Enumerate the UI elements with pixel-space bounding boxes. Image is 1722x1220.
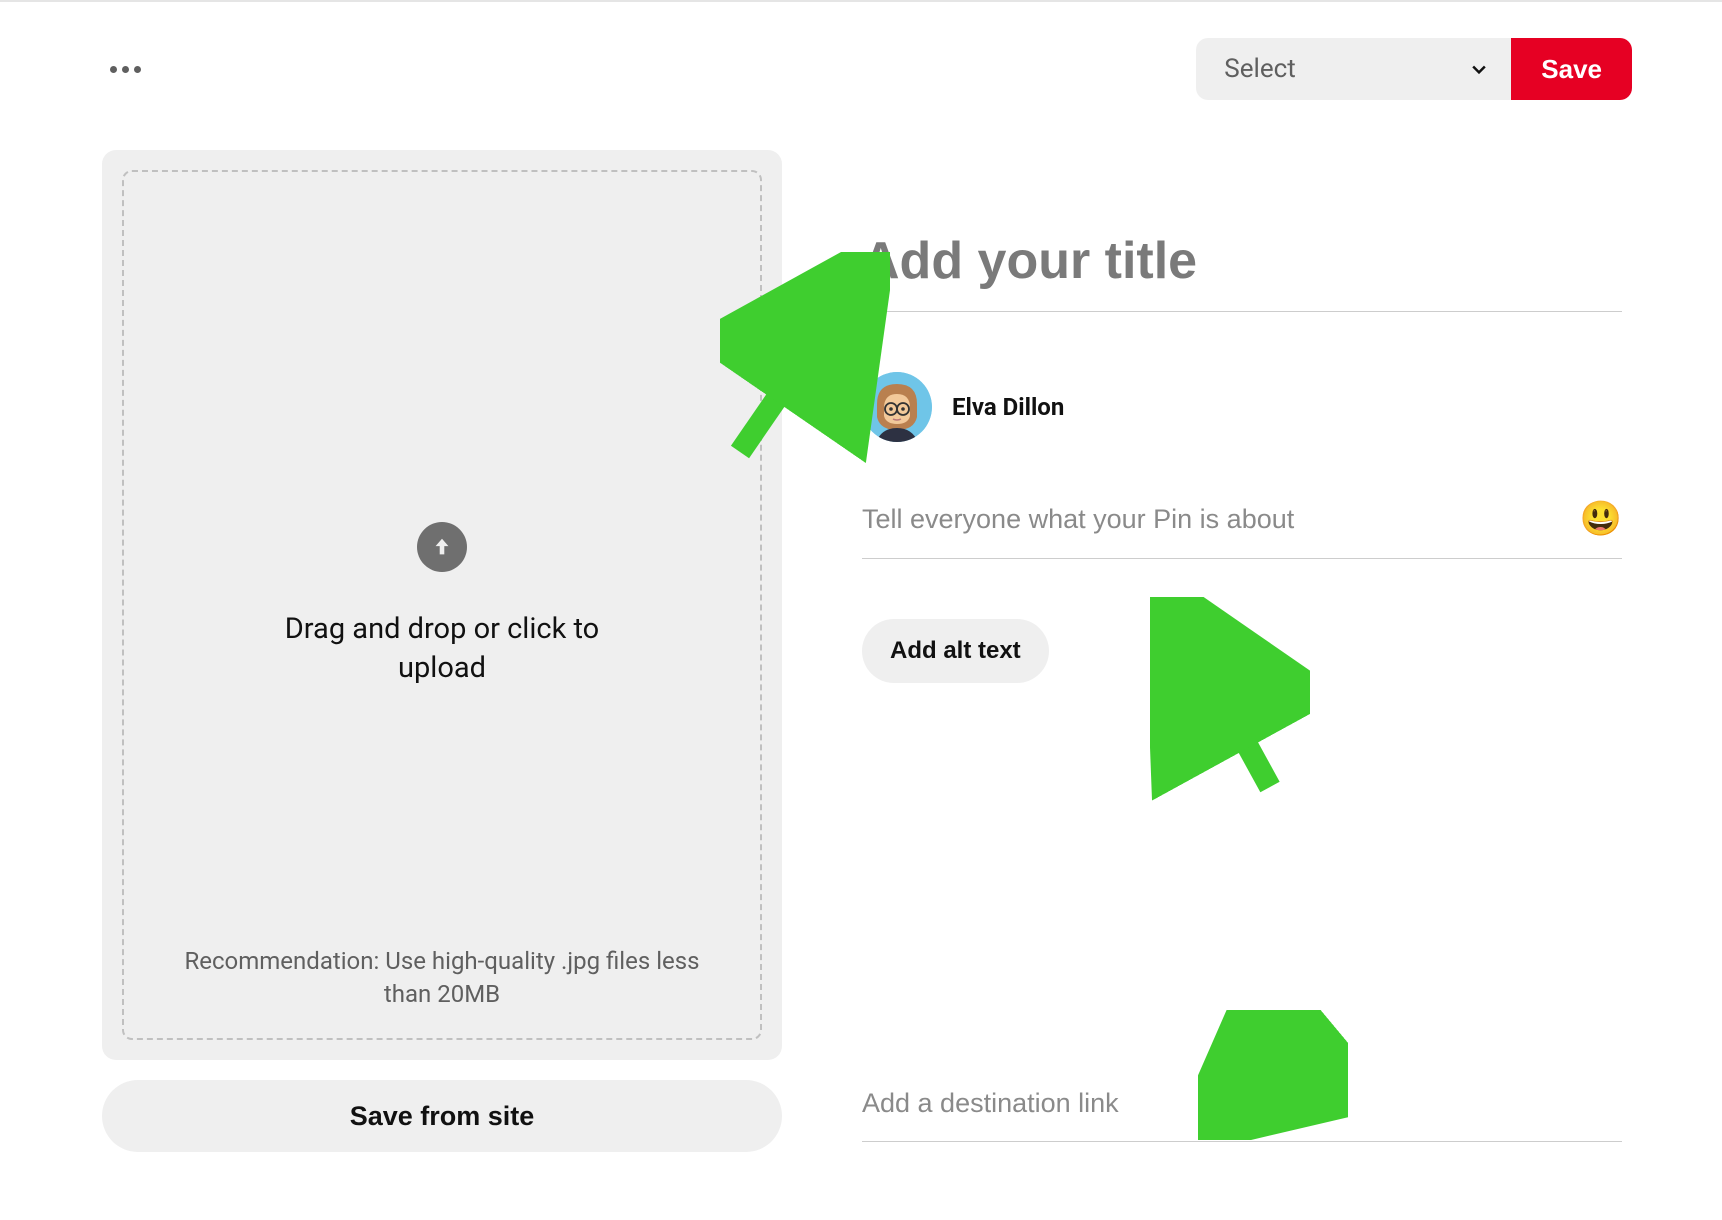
more-options-button[interactable] [102, 58, 149, 81]
user-name: Elva Dillon [952, 393, 1064, 421]
avatar-illustration [862, 372, 932, 442]
upload-main-text: Drag and drop or click to upload [252, 610, 632, 688]
add-alt-text-button[interactable]: Add alt text [862, 619, 1049, 683]
board-select-label: Select [1224, 54, 1295, 84]
destination-link-input[interactable] [862, 1080, 1622, 1142]
upload-dashed-border: Drag and drop or click to upload Recomme… [122, 170, 762, 1040]
left-column: Drag and drop or click to upload Recomme… [102, 30, 782, 1220]
upload-icon-circle [417, 522, 467, 572]
dot-icon [122, 66, 129, 73]
header-right: Select Save [1196, 38, 1632, 100]
right-column: Elva Dillon 😃 Add alt text [862, 30, 1632, 1220]
board-select-dropdown[interactable]: Select [1196, 38, 1511, 100]
user-row: Elva Dillon [862, 372, 1622, 442]
save-from-site-button[interactable]: Save from site [102, 1080, 782, 1152]
title-input[interactable] [862, 225, 1622, 312]
dot-icon [134, 66, 141, 73]
upload-area[interactable]: Drag and drop or click to upload Recomme… [102, 150, 782, 1060]
description-input[interactable] [862, 504, 1580, 535]
header-row: Select Save [102, 38, 1632, 100]
chevron-down-icon [1469, 59, 1489, 79]
dot-icon [110, 66, 117, 73]
upload-arrow-icon [431, 536, 453, 558]
avatar[interactable] [862, 372, 932, 442]
description-row: 😃 [862, 502, 1622, 559]
emoji-picker-button[interactable]: 😃 [1580, 502, 1622, 536]
main-container: Drag and drop or click to upload Recomme… [0, 2, 1722, 1220]
upload-recommendation-text: Recommendation: Use high-quality .jpg fi… [164, 945, 720, 1012]
save-button[interactable]: Save [1511, 38, 1632, 100]
